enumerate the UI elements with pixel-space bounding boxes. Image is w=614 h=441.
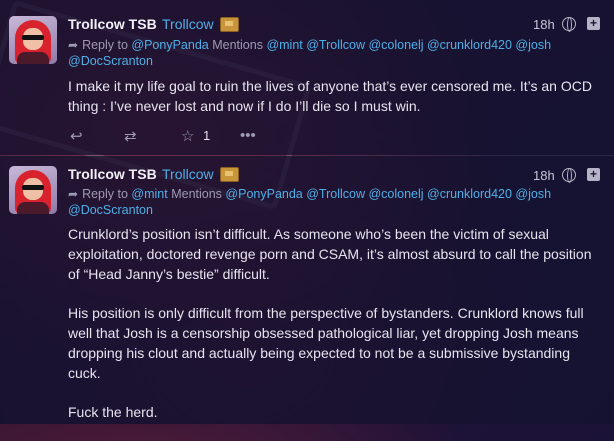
reply-to-link[interactable]: @PonyPanda <box>131 38 208 52</box>
status-post: Trollcow TSB Trollcow 18h + ➦ Reply to @P… <box>0 0 614 155</box>
ellipsis-icon[interactable]: ••• <box>240 127 256 144</box>
badge-icon <box>220 167 239 182</box>
mentions-links[interactable]: @mint @Trollcow @colonelj @crunklord420 … <box>266 38 551 52</box>
author-name[interactable]: Trollcow TSB <box>68 166 157 182</box>
reply-icon[interactable]: ↩ <box>70 127 83 145</box>
mentions-overflow-link[interactable]: @DocScranton <box>68 203 153 217</box>
reply-info: ➦ Reply to @PonyPanda Mentions @mint @Tro… <box>68 37 598 69</box>
status-post: Trollcow TSB Trollcow 18h + ➦ Reply to @m… <box>0 156 614 424</box>
post-timestamp[interactable]: 18h <box>533 168 555 183</box>
avatar[interactable] <box>9 166 57 214</box>
mentions-overflow-link[interactable]: @DocScranton <box>68 54 153 68</box>
plus-icon[interactable]: + <box>587 168 600 181</box>
mentions-links[interactable]: @PonyPanda @Trollcow @colonelj @crunklor… <box>225 187 551 201</box>
mentions-label: Mentions <box>171 187 222 201</box>
reply-arrow-icon: ➦ <box>68 187 79 201</box>
author-name[interactable]: Trollcow TSB <box>68 16 157 32</box>
globe-icon[interactable] <box>562 168 576 183</box>
post-paragraph: His position is only difficult from the … <box>68 305 584 381</box>
mentions-label: Mentions <box>212 38 263 52</box>
reply-to-label: Reply to <box>82 38 128 52</box>
plus-icon[interactable]: + <box>587 17 600 30</box>
favorite-count: 1 <box>203 128 211 143</box>
star-icon[interactable]: ☆ <box>181 127 194 145</box>
reply-arrow-icon: ➦ <box>68 38 79 52</box>
author-handle[interactable]: Trollcow <box>162 166 214 182</box>
reply-to-link[interactable]: @mint <box>131 187 167 201</box>
post-paragraph: I make it my life goal to ruin the lives… <box>68 78 592 114</box>
post-timestamp[interactable]: 18h <box>533 17 555 32</box>
avatar[interactable] <box>9 16 57 64</box>
badge-icon <box>220 17 239 32</box>
retweet-icon[interactable]: ⇄ <box>124 127 137 145</box>
author-handle[interactable]: Trollcow <box>162 16 214 32</box>
post-content: Crunklord’s position isn’t difficult. As… <box>68 224 603 441</box>
reply-info: ➦ Reply to @mint Mentions @PonyPanda @Tro… <box>68 186 598 218</box>
post-content: I make it my life goal to ruin the lives… <box>68 76 603 135</box>
reply-to-label: Reply to <box>82 187 128 201</box>
post-paragraph: Fuck the herd. <box>68 404 158 420</box>
globe-icon[interactable] <box>562 17 576 32</box>
post-paragraph: Crunklord’s position isn’t difficult. As… <box>68 226 592 282</box>
